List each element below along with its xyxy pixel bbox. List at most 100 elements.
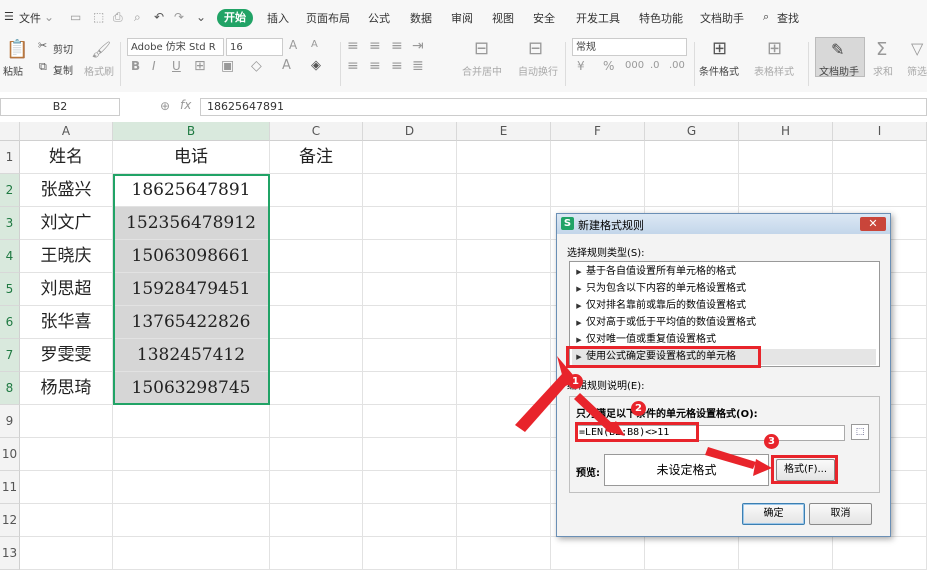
cell-e12[interactable] xyxy=(457,504,551,537)
cell-b9[interactable] xyxy=(113,405,270,438)
cell-b11[interactable] xyxy=(113,471,270,504)
cell-e4[interactable] xyxy=(457,240,551,273)
rule-type-item-selected[interactable]: ▶ 使用公式确定要设置格式的单元格 xyxy=(572,349,876,365)
dialog-title-bar[interactable]: S 新建格式规则 ✕ xyxy=(557,214,890,234)
align-left-icon[interactable]: ≡ xyxy=(347,58,359,74)
rule-type-list[interactable]: ▶ 基于各自值设置所有单元格的格式 ▶ 只为包含以下内容的单元格设置格式 ▶ 仅对排名… xyxy=(569,261,880,367)
redo-icon[interactable]: ↷ xyxy=(174,10,184,24)
name-box[interactable]: B2 xyxy=(0,98,120,116)
cell-a8[interactable]: 杨思琦 xyxy=(20,372,113,405)
cell-c2[interactable] xyxy=(270,174,363,207)
cell-a3[interactable]: 刘文广 xyxy=(20,207,113,240)
search-label[interactable]: 查找 xyxy=(777,10,799,26)
chevron-down-icon[interactable]: ⌄ xyxy=(44,10,54,24)
cell-b13[interactable] xyxy=(113,537,270,570)
range-picker-icon[interactable]: ⬚ xyxy=(851,424,869,440)
tab-review[interactable]: 审阅 xyxy=(451,10,473,26)
cell-d3[interactable] xyxy=(363,207,457,240)
cell-b2[interactable]: 18625647891 xyxy=(113,174,270,207)
cell-e10[interactable] xyxy=(457,438,551,471)
cell-c10[interactable] xyxy=(270,438,363,471)
row-header-5[interactable]: 5 xyxy=(0,273,20,306)
align-top-icon[interactable]: ≡ xyxy=(347,38,359,54)
cell-d11[interactable] xyxy=(363,471,457,504)
preview-icon[interactable]: ⌕ xyxy=(134,10,141,25)
cell-c12[interactable] xyxy=(270,504,363,537)
align-middle-icon[interactable]: ≡ xyxy=(369,38,381,54)
justify-icon[interactable]: ≣ xyxy=(412,58,424,74)
cell-g1[interactable] xyxy=(645,141,739,174)
conditional-format-button[interactable]: 条件格式 xyxy=(699,63,739,78)
cell-a7[interactable]: 罗雯雯 xyxy=(20,339,113,372)
tab-doc-helper[interactable]: 文档助手 xyxy=(700,10,744,26)
cell-e6[interactable] xyxy=(457,306,551,339)
cell-a6[interactable]: 张华喜 xyxy=(20,306,113,339)
row-header-3[interactable]: 3 xyxy=(0,207,20,240)
fx-icon[interactable]: fx xyxy=(180,98,191,112)
cell-c6[interactable] xyxy=(270,306,363,339)
cell-b10[interactable] xyxy=(113,438,270,471)
cell-e1[interactable] xyxy=(457,141,551,174)
row-header-7[interactable]: 7 xyxy=(0,339,20,372)
table-style-button[interactable]: 表格样式 xyxy=(754,63,794,78)
cancel-button[interactable]: 取消 xyxy=(809,503,872,525)
cell-c7[interactable] xyxy=(270,339,363,372)
column-header-b[interactable]: B xyxy=(113,122,270,141)
cell-a4[interactable]: 王晓庆 xyxy=(20,240,113,273)
cell-a13[interactable] xyxy=(20,537,113,570)
cell-e2[interactable] xyxy=(457,174,551,207)
cell-a5[interactable]: 刘思超 xyxy=(20,273,113,306)
cell-d10[interactable] xyxy=(363,438,457,471)
cell-e8[interactable] xyxy=(457,372,551,405)
tab-view[interactable]: 视图 xyxy=(492,10,514,26)
cell-c9[interactable] xyxy=(270,405,363,438)
cell-h2[interactable] xyxy=(739,174,833,207)
export-icon[interactable]: ⬚ xyxy=(93,10,104,24)
zoom-icon[interactable]: ⊕ xyxy=(160,99,170,113)
cell-a10[interactable] xyxy=(20,438,113,471)
cut-button[interactable]: 剪切 xyxy=(53,41,73,56)
formula-input-field[interactable]: =LEN(B2:B8)<>11 xyxy=(575,425,845,441)
cell-d8[interactable] xyxy=(363,372,457,405)
decrease-font-icon[interactable]: A xyxy=(311,39,318,50)
column-header-e[interactable]: E xyxy=(457,122,551,141)
cell-c1[interactable]: 备注 xyxy=(270,141,363,174)
sum-button[interactable]: 求和 xyxy=(873,63,893,78)
rule-type-item[interactable]: ▶ 只为包含以下内容的单元格设置格式 xyxy=(572,281,876,297)
row-header-1[interactable]: 1 xyxy=(0,141,20,174)
tab-developer[interactable]: 开发工具 xyxy=(576,10,620,26)
cell-d6[interactable] xyxy=(363,306,457,339)
cell-b7[interactable]: 1382457412 xyxy=(113,339,270,372)
cell-e3[interactable] xyxy=(457,207,551,240)
cell-f2[interactable] xyxy=(551,174,645,207)
cell-e11[interactable] xyxy=(457,471,551,504)
column-header-i[interactable]: I xyxy=(833,122,927,141)
cell-d12[interactable] xyxy=(363,504,457,537)
cell-f13[interactable] xyxy=(551,537,645,570)
rule-type-item[interactable]: ▶ 仅对高于或低于平均值的数值设置格式 xyxy=(572,315,876,331)
cell-d2[interactable] xyxy=(363,174,457,207)
cell-a2[interactable]: 张盛兴 xyxy=(20,174,113,207)
bold-icon[interactable]: B xyxy=(131,59,140,73)
cell-b4[interactable]: 15063098661 xyxy=(113,240,270,273)
tab-insert[interactable]: 插入 xyxy=(267,10,289,26)
paste-button[interactable]: 粘贴 xyxy=(3,63,23,78)
number-format-select[interactable]: 常规 xyxy=(572,38,687,56)
cut-icon[interactable]: ✂ xyxy=(38,39,47,52)
currency-icon[interactable]: ¥ xyxy=(577,59,585,73)
cell-f1[interactable] xyxy=(551,141,645,174)
save-icon[interactable]: ▭ xyxy=(70,10,81,24)
decrease-decimal-icon[interactable]: .00 xyxy=(669,60,685,71)
row-header-6[interactable]: 6 xyxy=(0,306,20,339)
cell-a12[interactable] xyxy=(20,504,113,537)
cell-e7[interactable] xyxy=(457,339,551,372)
cell-e9[interactable] xyxy=(457,405,551,438)
print-icon[interactable]: ⎙ xyxy=(113,10,123,25)
tab-home[interactable]: 开始 xyxy=(217,9,253,27)
cell-b12[interactable] xyxy=(113,504,270,537)
cell-c4[interactable] xyxy=(270,240,363,273)
format-button[interactable]: 格式(F)... xyxy=(776,459,835,481)
row-header-11[interactable]: 11 xyxy=(0,471,20,504)
thousands-icon[interactable]: 000 xyxy=(625,60,644,71)
sum-icon[interactable]: Σ xyxy=(876,39,887,60)
